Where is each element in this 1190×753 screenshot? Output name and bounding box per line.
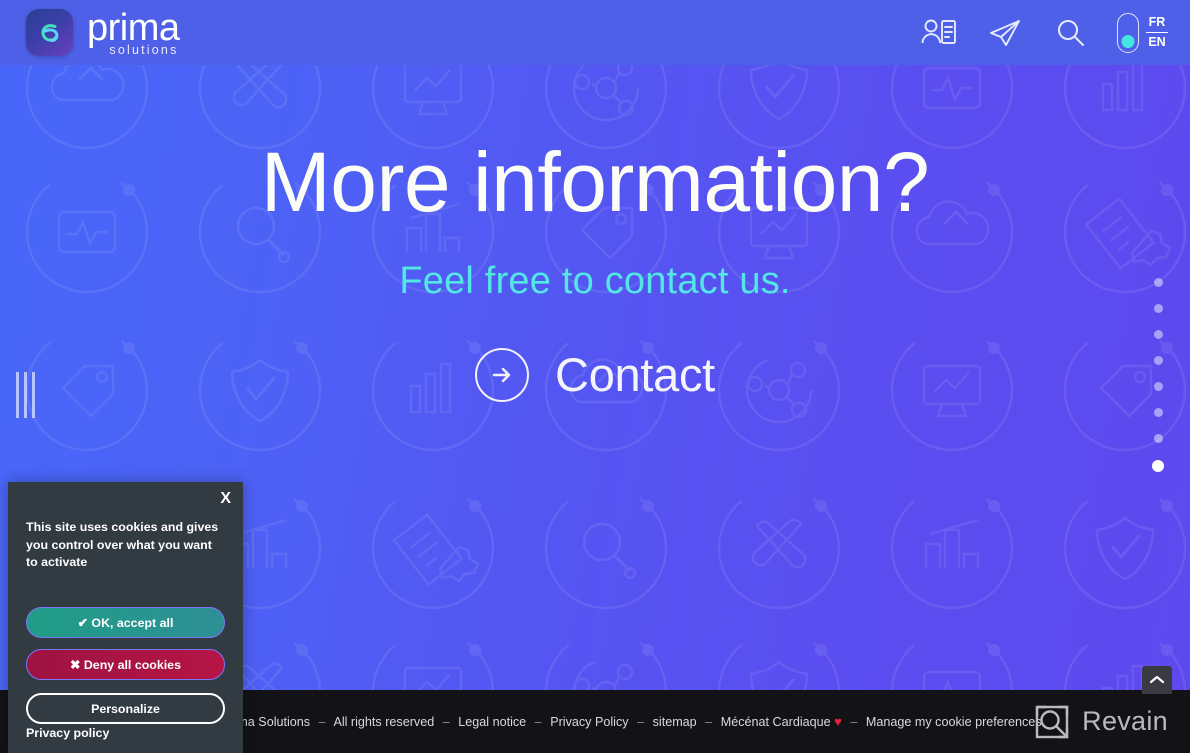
footer-separator: – xyxy=(534,715,542,729)
footer-link-rights[interactable]: All rights reserved xyxy=(333,715,434,729)
contact-cta-button[interactable]: Contact xyxy=(475,347,715,402)
language-divider xyxy=(1146,31,1168,34)
page-root: More information? Feel free to contact u… xyxy=(0,0,1190,753)
brand-logo[interactable]: prima solutions xyxy=(26,9,180,57)
page-title: More information? xyxy=(260,135,930,229)
language-option-en[interactable]: EN xyxy=(1148,34,1165,51)
search-icon[interactable] xyxy=(1051,13,1091,53)
site-header: prima solutions FR EN xyxy=(0,0,1190,65)
brand-name: prima xyxy=(87,6,180,49)
footer-link-mecenat-cardiaque[interactable]: Mécénat Cardiaque xyxy=(721,715,831,729)
brand-text: prima solutions xyxy=(87,9,180,57)
footer-separator: – xyxy=(705,715,713,729)
header-nav: FR EN xyxy=(919,12,1168,53)
language-toggle[interactable]: FR EN xyxy=(1117,12,1168,53)
revain-watermark: Revain xyxy=(1034,704,1168,740)
heart-icon: ♥ xyxy=(834,714,842,729)
deny-all-cookies-button[interactable]: ✖ Deny all cookies xyxy=(26,649,225,681)
arrow-right-circle-icon xyxy=(475,347,530,402)
dot-nav-item[interactable] xyxy=(1153,434,1163,443)
chevron-up-icon xyxy=(1150,675,1164,684)
paper-plane-icon[interactable] xyxy=(985,13,1025,53)
contact-cta-label: Contact xyxy=(555,348,715,402)
language-toggle-switch[interactable] xyxy=(1117,12,1139,53)
language-option-fr[interactable]: FR xyxy=(1149,14,1166,31)
side-menu-handle[interactable] xyxy=(16,372,35,418)
footer-link-manage-cookies[interactable]: Manage my cookie preferences xyxy=(866,715,1042,729)
cookie-consent-banner: X This site uses cookies and gives you c… xyxy=(8,482,243,753)
dot-nav-item-active[interactable] xyxy=(1152,460,1164,472)
revain-watermark-text: Revain xyxy=(1082,706,1168,736)
footer-separator: – xyxy=(442,715,450,729)
user-card-icon[interactable] xyxy=(919,13,959,53)
footer-link-privacy-policy[interactable]: Privacy Policy xyxy=(550,715,628,729)
handle-bar xyxy=(24,372,27,418)
dot-nav-item[interactable] xyxy=(1153,408,1163,417)
footer-separator: – xyxy=(850,715,858,729)
dot-nav-item[interactable] xyxy=(1153,330,1163,339)
cookie-privacy-policy-link[interactable]: Privacy policy xyxy=(26,726,109,740)
footer-separator: – xyxy=(318,715,326,729)
hero-subtitle: Feel free to contact us. xyxy=(399,260,791,303)
language-toggle-knob xyxy=(1121,34,1135,48)
dot-nav-item[interactable] xyxy=(1153,304,1163,313)
dot-nav-item[interactable] xyxy=(1153,382,1163,391)
brand-tagline: solutions xyxy=(109,42,179,57)
language-codes: FR EN xyxy=(1146,14,1168,52)
dot-nav-item[interactable] xyxy=(1153,356,1163,365)
prima-logo-mark-icon xyxy=(26,9,73,56)
personalize-cookies-button[interactable]: Personalize xyxy=(26,693,225,725)
footer-separator: – xyxy=(637,715,645,729)
dot-nav-item[interactable] xyxy=(1153,278,1163,287)
footer-link-sitemap[interactable]: sitemap xyxy=(653,715,697,729)
close-icon[interactable]: X xyxy=(220,491,231,507)
cookie-banner-message: This site uses cookies and gives you con… xyxy=(26,520,219,570)
section-dot-nav[interactable] xyxy=(1152,278,1164,472)
handle-bar xyxy=(16,372,19,418)
handle-bar xyxy=(32,372,35,418)
scroll-to-top-button[interactable] xyxy=(1142,666,1172,694)
accept-all-cookies-button[interactable]: ✔ OK, accept all xyxy=(26,607,225,639)
footer-link-legal-notice[interactable]: Legal notice xyxy=(458,715,526,729)
revain-logo-icon xyxy=(1035,705,1069,738)
